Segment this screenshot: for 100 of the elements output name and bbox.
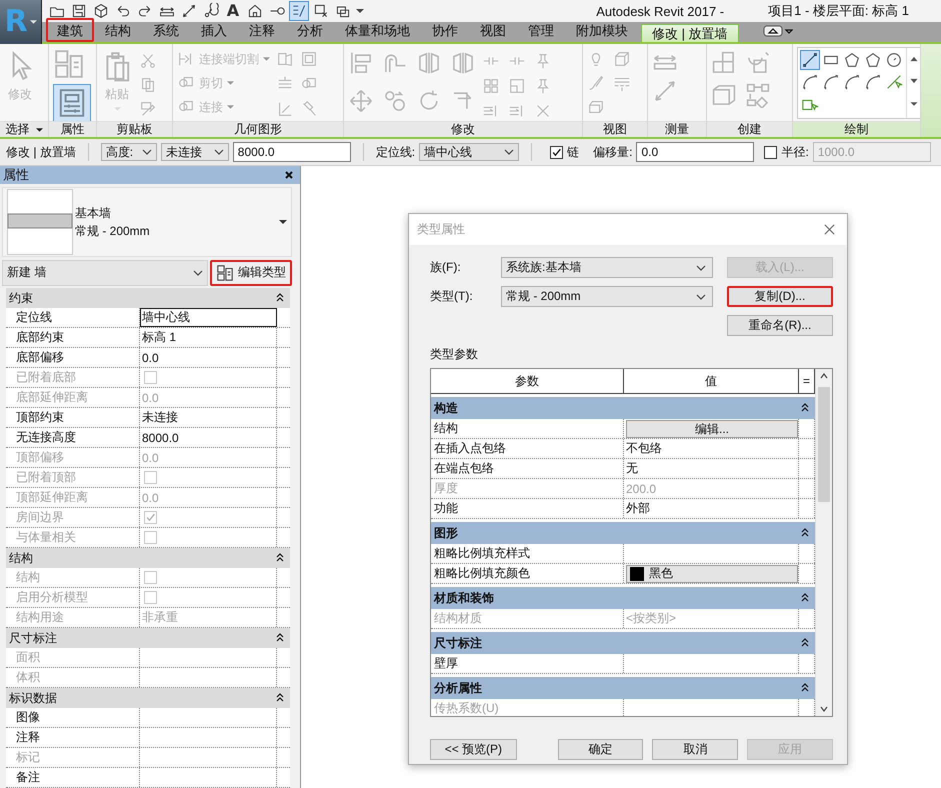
collapse-icon[interactable]: [801, 683, 809, 693]
ribbon-tab[interactable]: 管理: [517, 18, 565, 42]
paint-brush-icon[interactable]: [587, 74, 605, 92]
caret-icon[interactable]: [356, 9, 364, 13]
close-icon[interactable]: [824, 224, 835, 235]
collapse-icon[interactable]: [801, 403, 809, 413]
panel-title[interactable]: 视图: [583, 121, 647, 137]
arc-icon[interactable]: [842, 72, 862, 92]
stacked-boxes-icon[interactable]: [711, 50, 737, 76]
depth-dropdown[interactable]: 高度:: [100, 143, 157, 161]
move-arrows-icon[interactable]: [348, 88, 374, 114]
scrollbar[interactable]: [815, 369, 832, 716]
close-icon[interactable]: [284, 170, 294, 180]
height-input[interactable]: 8000.0: [232, 142, 351, 162]
collapse-icon[interactable]: [276, 633, 284, 644]
type-dropdown[interactable]: 常规 - 200mm: [501, 286, 713, 307]
panel-title[interactable]: 创建: [707, 121, 792, 137]
corner-icon[interactable]: [276, 100, 294, 118]
arc-icon[interactable]: [821, 72, 841, 92]
save-icon[interactable]: [70, 2, 88, 20]
scroll-thumb[interactable]: [818, 387, 830, 502]
collapse-icon[interactable]: [801, 528, 809, 538]
instance-filter-dropdown[interactable]: 新建 墙: [2, 260, 208, 286]
dialog-button[interactable]: 重命名(R)...: [727, 315, 833, 336]
property-group-header[interactable]: 约束: [6, 288, 290, 308]
scissors-icon[interactable]: [139, 52, 157, 70]
chain-checkbox[interactable]: [550, 146, 564, 158]
property-value[interactable]: 墙中心线: [142, 309, 190, 326]
ribbon-tab[interactable]: 附加模块: [565, 18, 639, 42]
pages-icon[interactable]: [139, 76, 157, 94]
dialog-button[interactable]: 确定: [558, 739, 644, 760]
scale-icon[interactable]: [508, 77, 526, 95]
property-group-header[interactable]: 结构: [6, 548, 290, 568]
flow-icon[interactable]: [745, 82, 771, 108]
panel-title[interactable]: 属性: [49, 121, 96, 137]
dialog-button[interactable]: 取消: [652, 739, 738, 760]
arc-icon[interactable]: [800, 72, 820, 92]
ribbon-tab[interactable]: 插入: [190, 18, 238, 42]
color-button[interactable]: 黑色: [626, 564, 798, 582]
ribbon-toggle-icon[interactable]: [762, 25, 793, 37]
thin-lines-icon[interactable]: [290, 2, 308, 20]
collapse-icon[interactable]: [801, 593, 809, 603]
collapse-icon[interactable]: [801, 638, 809, 648]
panel-title[interactable]: 选择: [0, 121, 48, 137]
ribbon-tab[interactable]: 系统: [142, 18, 190, 42]
edit-button[interactable]: 编辑...: [626, 420, 798, 438]
ribbon-tab[interactable]: 体量和场地: [334, 18, 421, 42]
ribbon-tab[interactable]: 结构: [94, 18, 142, 42]
cutaway-box-icon[interactable]: [587, 98, 605, 116]
line-icon[interactable]: [800, 50, 820, 70]
close-windows-icon[interactable]: [312, 2, 330, 20]
hatch-box-icon[interactable]: [613, 50, 631, 68]
radius-checkbox[interactable]: [764, 146, 778, 158]
pentagon-icon[interactable]: [842, 50, 862, 70]
panel-title[interactable]: 几何图形: [173, 121, 343, 137]
wall-face-icon[interactable]: [276, 50, 294, 68]
panel-title[interactable]: 修改: [344, 121, 582, 137]
ribbon-tab[interactable]: 建筑: [46, 18, 94, 42]
ribbon-tab[interactable]: 分析: [286, 18, 334, 42]
parameter-group-header[interactable]: 分析属性: [431, 677, 815, 699]
panel-title[interactable]: 测量: [648, 121, 706, 137]
ribbon-tab[interactable]: 视图: [469, 18, 517, 42]
column-header[interactable]: 值: [624, 369, 799, 393]
properties-icon[interactable]: [53, 84, 91, 121]
diagonal-dimension-icon[interactable]: [180, 2, 198, 20]
text-tool-button[interactable]: A: [224, 2, 242, 20]
ribbon-tab[interactable]: 协作: [421, 18, 469, 42]
property-group-header[interactable]: 尺寸标注: [6, 628, 290, 648]
collapse-icon[interactable]: [276, 553, 284, 564]
mirror-icon[interactable]: [416, 50, 442, 76]
panel-title[interactable]: 绘制: [793, 121, 920, 137]
grid-icon[interactable]: [482, 77, 500, 95]
collapse-icon[interactable]: [276, 293, 284, 304]
house-icon[interactable]: [246, 2, 264, 20]
location-line-dropdown[interactable]: 墙中心线: [419, 143, 520, 161]
type-selector[interactable]: 基本墙 常规 - 200mm: [2, 187, 292, 258]
ribbon-tab[interactable]: 修改 | 放置墙: [641, 24, 739, 42]
column-header[interactable]: 参数: [431, 369, 624, 393]
top-constraint-dropdown[interactable]: 未连接: [160, 143, 229, 161]
panels-icon[interactable]: [711, 82, 737, 108]
parameter-group-header[interactable]: 材质和装饰: [431, 587, 815, 609]
parameter-group-header[interactable]: 构造: [431, 397, 815, 419]
circles-icon[interactable]: [382, 88, 408, 114]
cube-icon[interactable]: [92, 2, 110, 20]
mirror-icon[interactable]: [450, 50, 476, 76]
offset-input[interactable]: 0.0: [636, 142, 754, 162]
property-group-header[interactable]: 标识数据: [6, 688, 290, 708]
edit-type-button[interactable]: 编辑类型: [210, 260, 292, 286]
collapse-icon[interactable]: [276, 693, 284, 704]
panel-title[interactable]: 剪贴板: [97, 121, 172, 137]
parameter-group-header[interactable]: 图形: [431, 522, 815, 544]
dialog-button[interactable]: 复制(D)...: [727, 286, 833, 307]
family-dropdown[interactable]: 系统族:基本墙: [501, 257, 713, 278]
type-properties-icon[interactable]: [53, 48, 85, 80]
align-icon[interactable]: [348, 50, 374, 76]
arc-icon[interactable]: [863, 72, 883, 92]
ribbon-tab[interactable]: 注释: [238, 18, 286, 42]
pentagon-icon[interactable]: [863, 50, 883, 70]
parameter-group-header[interactable]: 尺寸标注: [431, 632, 815, 654]
dialog-button[interactable]: << 预览(P): [430, 739, 517, 760]
